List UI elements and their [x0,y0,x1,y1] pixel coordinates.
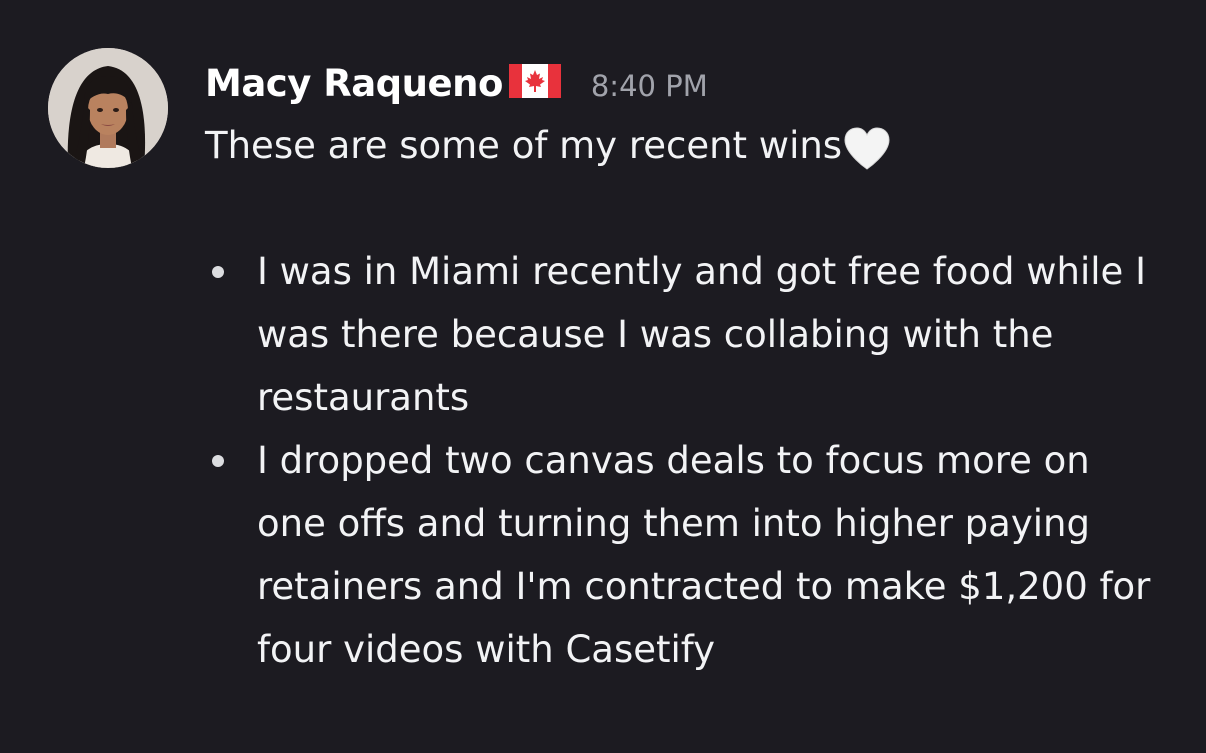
list-item: I was in Miami recently and got free foo… [205,240,1185,429]
list-item-text: I was in Miami recently and got free foo… [257,250,1146,419]
message-intro: These are some of my recent wins [205,118,892,174]
bullet-point-icon [212,266,224,278]
white-heart-icon [842,126,892,172]
intro-text: These are some of my recent wins [205,124,843,167]
author-name[interactable]: Macy Raqueno [205,62,503,105]
list-item-text: I dropped two canvas deals to focus more… [257,439,1151,671]
wins-list: I was in Miami recently and got free foo… [205,240,1185,681]
bullet-point-icon [212,455,224,467]
list-item: I dropped two canvas deals to focus more… [205,429,1185,681]
chat-message: Macy Raqueno 8:40 PM These are some of m… [0,0,1206,753]
message-timestamp: 8:40 PM [590,69,708,103]
canada-flag-icon [508,64,561,98]
user-avatar[interactable] [48,48,168,168]
message-header: Macy Raqueno 8:40 PM [205,58,708,108]
avatar-photo-icon [48,48,168,168]
